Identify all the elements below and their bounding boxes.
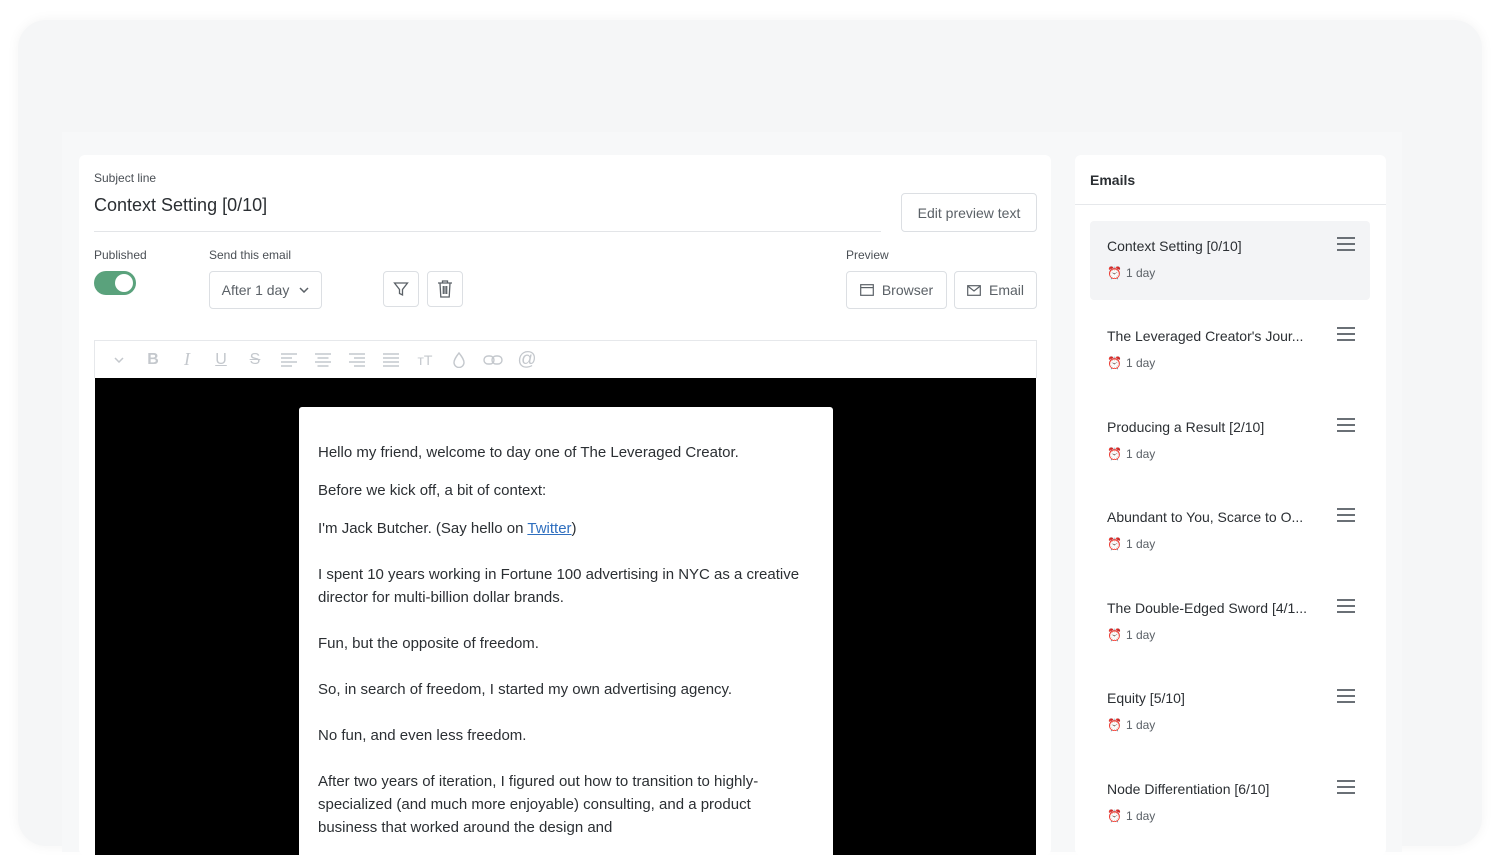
drag-handle-icon[interactable] [1337, 689, 1355, 703]
alarm-clock-icon: ⏰ [1107, 809, 1122, 823]
email-delay-text: 1 day [1125, 447, 1156, 461]
preview-browser-button[interactable]: Browser [846, 271, 947, 309]
alarm-clock-icon: ⏰ [1107, 718, 1122, 732]
link-icon[interactable] [481, 348, 505, 372]
preview-browser-label: Browser [881, 282, 934, 298]
browser-icon [859, 284, 874, 296]
subject-line-input[interactable]: Context Setting [0/10] [94, 195, 267, 216]
drag-handle-icon[interactable] [1337, 327, 1355, 341]
email-list-item[interactable]: Node Differentiation [6/10] ⏰ 1 day [1090, 764, 1370, 843]
body-paragraph: Hello my friend, welcome to day one of T… [318, 444, 739, 461]
drag-handle-icon[interactable] [1337, 418, 1355, 432]
email-delay-text: 1 day [1125, 718, 1156, 732]
underline-icon[interactable]: U [209, 348, 233, 372]
email-list-item[interactable]: Equity [5/10] ⏰ 1 day [1090, 673, 1370, 752]
align-right-icon[interactable] [345, 348, 369, 372]
email-editor-canvas[interactable]: Hello my friend, welcome to day one of T… [95, 378, 1036, 855]
drag-handle-icon[interactable] [1337, 508, 1355, 522]
preview-email-label: Email [988, 282, 1024, 298]
email-item-title: The Leveraged Creator's Jour... [1107, 328, 1304, 344]
delete-button[interactable] [427, 271, 463, 307]
bold-icon[interactable]: B [141, 348, 165, 372]
body-paragraph: No fun, and even less freedom. [318, 727, 527, 744]
toggle-knob [115, 274, 133, 292]
body-paragraph: Before we kick off, a bit of context: [318, 482, 547, 499]
editor-toolbar: B I U S ᴛT @ [94, 340, 1037, 378]
chevron-down-icon [299, 287, 309, 293]
email-editor-card: Subject line Context Setting [0/10] Edit… [79, 155, 1051, 855]
preview-label: Preview [846, 248, 889, 262]
trash-icon [438, 280, 452, 298]
mail-icon [967, 284, 981, 296]
edit-preview-text-button[interactable]: Edit preview text [901, 193, 1037, 232]
email-delay-text: 1 day [1125, 266, 1156, 280]
filter-button[interactable] [383, 271, 419, 307]
send-email-label: Send this email [209, 248, 292, 262]
body-paragraph: Fun, but the opposite of freedom. [318, 635, 539, 652]
body-text: I'm Jack Butcher. (Say hello on [318, 520, 528, 537]
drag-handle-icon[interactable] [1337, 599, 1355, 613]
subject-line-label: Subject line [94, 171, 157, 185]
italic-icon[interactable]: I [175, 348, 199, 372]
email-delay-text: 1 day [1125, 537, 1156, 551]
emails-sidebar: Emails Context Setting [0/10] ⏰ 1 day The… [1075, 155, 1386, 855]
published-toggle[interactable] [94, 271, 136, 295]
alarm-clock-icon: ⏰ [1107, 447, 1122, 461]
alarm-clock-icon: ⏰ [1107, 628, 1122, 642]
subject-underline [94, 231, 881, 232]
email-item-delay: ⏰ 1 day [1107, 266, 1155, 280]
email-item-delay: ⏰ 1 day [1107, 356, 1155, 370]
body-paragraph: After two years of iteration, I figured … [318, 773, 759, 836]
email-list-item[interactable]: Producing a Result [2/10] ⏰ 1 day [1090, 402, 1370, 481]
email-item-title: Producing a Result [2/10] [1107, 419, 1265, 435]
alarm-clock-icon: ⏰ [1107, 537, 1122, 551]
email-item-delay: ⏰ 1 day [1107, 628, 1155, 642]
email-list-item[interactable]: The Leveraged Creator's Jour... ⏰ 1 day [1090, 311, 1370, 390]
align-center-icon[interactable] [311, 348, 335, 372]
email-item-title: The Double-Edged Sword [4/1... [1107, 600, 1308, 616]
preview-email-button[interactable]: Email [954, 271, 1037, 309]
email-item-title: Node Differentiation [6/10] [1107, 781, 1270, 797]
email-list-item[interactable]: Context Setting [0/10] ⏰ 1 day [1090, 221, 1370, 300]
email-item-delay: ⏰ 1 day [1107, 718, 1155, 732]
twitter-link[interactable]: Twitter [527, 520, 571, 537]
published-label: Published [94, 248, 147, 262]
email-body[interactable]: Hello my friend, welcome to day one of T… [299, 407, 833, 855]
text-size-icon[interactable]: ᴛT [413, 348, 437, 372]
strikethrough-icon[interactable]: S [243, 348, 267, 372]
email-item-title: Abundant to You, Scarce to O... [1107, 509, 1304, 525]
body-text: ) [571, 520, 577, 537]
email-item-title: Context Setting [0/10] [1107, 238, 1242, 254]
body-paragraph: I'm Jack Butcher. (Say hello on Twitter) [318, 517, 814, 540]
email-item-title: Equity [5/10] [1107, 690, 1185, 706]
email-item-delay: ⏰ 1 day [1107, 809, 1155, 823]
justify-icon[interactable] [379, 348, 403, 372]
email-delay-text: 1 day [1125, 356, 1156, 370]
email-item-delay: ⏰ 1 day [1107, 537, 1155, 551]
drag-handle-icon[interactable] [1337, 780, 1355, 794]
send-delay-select[interactable]: After 1 day [209, 271, 322, 309]
filter-icon [393, 282, 409, 297]
edit-preview-text-label: Edit preview text [917, 204, 1021, 221]
mention-icon[interactable]: @ [515, 348, 539, 372]
body-paragraph: So, in search of freedom, I started my o… [318, 681, 733, 698]
alarm-clock-icon: ⏰ [1107, 356, 1122, 370]
color-drop-icon[interactable] [447, 348, 471, 372]
chevron-down-icon[interactable] [107, 348, 131, 372]
body-paragraph: I spent 10 years working in Fortune 100 … [318, 566, 800, 606]
email-list-item[interactable]: Abundant to You, Scarce to O... ⏰ 1 day [1090, 492, 1370, 571]
send-delay-value: After 1 day [221, 282, 290, 298]
email-delay-text: 1 day [1125, 628, 1156, 642]
email-delay-text: 1 day [1125, 809, 1156, 823]
email-list-item[interactable]: The Double-Edged Sword [4/1... ⏰ 1 day [1090, 583, 1370, 662]
alarm-clock-icon: ⏰ [1107, 266, 1122, 280]
email-item-delay: ⏰ 1 day [1107, 447, 1155, 461]
emails-heading: Emails [1075, 155, 1386, 205]
drag-handle-icon[interactable] [1337, 237, 1355, 251]
align-left-icon[interactable] [277, 348, 301, 372]
